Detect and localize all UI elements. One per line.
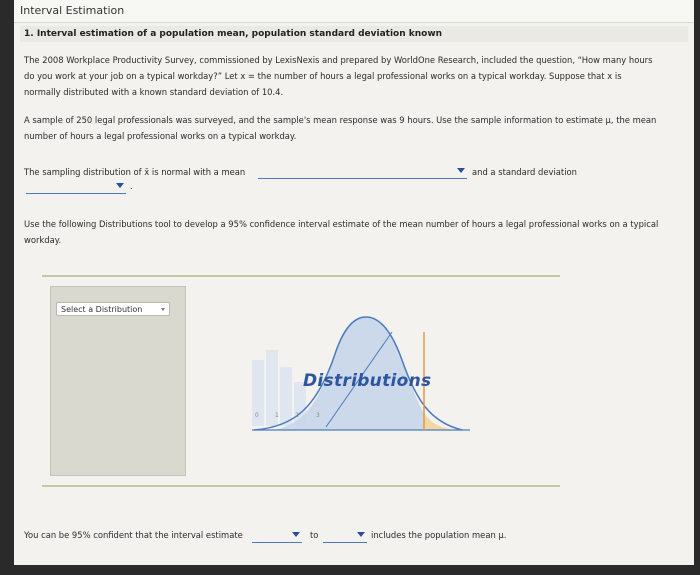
select-distribution-label: Select a Distribution xyxy=(61,305,143,314)
tool-top-divider xyxy=(42,275,560,277)
axis-tick-label: 3 xyxy=(316,412,320,419)
sampling-middle-text: and a standard deviation xyxy=(472,167,577,177)
select-distribution-button[interactable]: Select a Distribution xyxy=(56,302,170,316)
chevron-down-icon xyxy=(457,168,465,173)
question-paragraph-1: The 2008 Workplace Productivity Survey, … xyxy=(24,52,674,100)
sampling-prefix: The sampling distribution of x̄ is norma… xyxy=(24,167,246,177)
chevron-down-icon xyxy=(161,308,165,311)
paragraph-2-line-2: number of hours a legal professional wor… xyxy=(24,131,297,141)
chevron-down-icon xyxy=(116,183,124,188)
tool-instruction-line-2: workday. xyxy=(24,235,62,245)
window-title: Interval Estimation xyxy=(14,0,694,23)
lower-bound-dropdown[interactable] xyxy=(252,530,302,543)
mean-dropdown[interactable] xyxy=(258,166,467,179)
axis-tick-label: 0 xyxy=(255,412,259,419)
paragraph-1-line-1: The 2008 Workplace Productivity Survey, … xyxy=(24,55,653,65)
standard-deviation-dropdown[interactable] xyxy=(26,181,126,194)
paragraph-2-line-1: A sample of 250 legal professionals was … xyxy=(24,115,657,125)
axis-tick-label: 1 xyxy=(275,412,279,419)
tool-instruction: Use the following Distributions tool to … xyxy=(24,216,674,248)
question-panel: Interval Estimation 1. Interval estimati… xyxy=(14,0,694,565)
answer-suffix: includes the population mean μ. xyxy=(371,530,507,540)
distributions-logo-text: Distributions xyxy=(303,371,432,391)
answer-prefix: You can be 95% confident that the interv… xyxy=(24,530,243,540)
paragraph-1-line-2: do you work at your job on a typical wor… xyxy=(24,71,622,81)
sampling-suffix: . xyxy=(130,181,133,191)
right-tail-area xyxy=(424,414,456,430)
axis-tick-label: 2 xyxy=(295,412,299,419)
histogram-bar xyxy=(280,367,292,426)
tool-bottom-divider xyxy=(42,485,560,487)
tool-instruction-line-1: Use the following Distributions tool to … xyxy=(24,219,659,229)
chevron-down-icon xyxy=(292,532,300,537)
upper-bound-dropdown[interactable] xyxy=(323,530,367,543)
question-title: 1. Interval estimation of a population m… xyxy=(20,26,688,42)
chevron-down-icon xyxy=(357,532,365,537)
question-paragraph-2: A sample of 250 legal professionals was … xyxy=(24,112,674,144)
paragraph-1-line-3: normally distributed with a known standa… xyxy=(24,87,284,97)
